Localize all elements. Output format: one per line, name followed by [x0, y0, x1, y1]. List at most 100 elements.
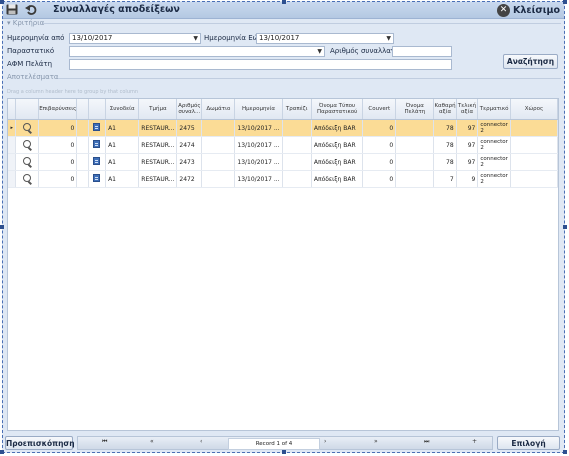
cell-net: 78 [433, 153, 457, 171]
cell-doc-type: Απόδειξη BAR [311, 136, 364, 154]
criteria-header[interactable]: ▾ Κριτήρια [7, 19, 44, 27]
date-to-value: 13/10/2017 [259, 34, 300, 42]
cell-blank [76, 119, 89, 137]
resize-handle[interactable] [0, 450, 4, 454]
chevron-down-icon[interactable]: ▼ [193, 34, 198, 43]
table-row[interactable]: 0 A1 RESTAUR... 2473 13/10/2017 ... Απόδ… [8, 153, 558, 171]
prev-record-icon[interactable]: ‹ [200, 438, 202, 445]
col-date[interactable]: Ημερομηνία [234, 99, 283, 120]
view-button[interactable] [15, 119, 40, 137]
col-indicator[interactable] [8, 99, 17, 120]
document-icon [93, 123, 101, 131]
first-record-icon[interactable]: ⏮ [102, 438, 107, 446]
undo-icon[interactable] [25, 4, 37, 15]
doc-button[interactable] [88, 119, 107, 137]
date-from-field[interactable]: 13/10/2017 ▼ [69, 33, 201, 44]
documents-field[interactable]: ▼ [69, 46, 325, 57]
date-to-field[interactable]: 13/10/2017 ▼ [256, 33, 394, 44]
col-doc-type[interactable]: Όνομα Τύπου Παραστατικού [311, 99, 364, 120]
table-row[interactable]: ▸ 0 A1 RESTAUR... 2475 13/10/2017 ... Απ… [8, 119, 558, 137]
save-icon[interactable] [6, 4, 18, 15]
resize-handle[interactable] [0, 225, 4, 229]
col-couvert[interactable]: Couvert [362, 99, 397, 120]
resize-handle[interactable] [282, 450, 286, 454]
cell-blank [76, 153, 89, 171]
view-button[interactable] [15, 170, 40, 188]
cell-terminal: connector 2 [477, 119, 511, 137]
date-from-value: 13/10/2017 [72, 34, 113, 42]
col-blank[interactable] [76, 99, 89, 120]
cell-net: 78 [433, 136, 457, 154]
add-record-icon[interactable]: + [472, 438, 477, 445]
customer-vat-field[interactable] [69, 59, 452, 70]
cell-area [510, 170, 558, 188]
cell-charges: 0 [38, 136, 78, 154]
chevron-down-icon[interactable]: ▼ [386, 34, 391, 43]
col-customer[interactable]: Όνομα Πελάτη [395, 99, 435, 120]
criteria-header-label: Κριτήρια [12, 19, 45, 27]
cell-customer [395, 153, 435, 171]
row-indicator [8, 170, 17, 188]
cell-terminal: connector 2 [477, 170, 511, 188]
next-record-icon[interactable]: › [324, 438, 326, 445]
window-title: Συναλλαγές αποδείξεων [53, 4, 180, 15]
search-icon [23, 140, 32, 148]
cell-date: 13/10/2017 ... [234, 153, 283, 171]
transaction-no-field[interactable] [392, 46, 452, 57]
cell-escort: A1 [105, 136, 140, 154]
cell-transaction-no: 2474 [176, 136, 203, 154]
select-button[interactable]: Επιλογή [497, 436, 560, 450]
header-row: Επιβαρύνσεις Συνοδεία Τμήμα Αριθμός συνα… [8, 99, 558, 120]
cell-total: 97 [456, 153, 479, 171]
cell-escort: A1 [105, 170, 140, 188]
date-from-label: Ημερομηνία από [7, 34, 65, 42]
col-view[interactable] [15, 99, 40, 120]
cell-department: RESTAUR... [138, 119, 178, 137]
col-room[interactable]: Δωμάτιο [201, 99, 236, 120]
col-escort[interactable]: Συνοδεία [105, 99, 140, 120]
search-icon [23, 123, 32, 131]
col-total[interactable]: Τελική αξία [456, 99, 479, 120]
view-button[interactable] [15, 136, 40, 154]
col-terminal[interactable]: Τερματικό [477, 99, 511, 120]
next-page-icon[interactable]: » [374, 438, 378, 445]
resize-handle[interactable] [282, 0, 286, 4]
close-button[interactable]: ✕ Κλείσιμο [497, 3, 560, 17]
cell-charges: 0 [38, 119, 78, 137]
doc-button[interactable] [88, 153, 107, 171]
last-record-icon[interactable]: ⏭ [424, 438, 429, 446]
col-transaction-no[interactable]: Αριθμός συναλ... [176, 99, 203, 120]
cell-table [282, 170, 312, 188]
cell-net: 78 [433, 119, 457, 137]
doc-button[interactable] [88, 136, 107, 154]
col-doc[interactable] [88, 99, 107, 120]
cell-doc-type: Απόδειξη BAR [311, 153, 364, 171]
view-button[interactable] [15, 153, 40, 171]
cell-department: RESTAUR... [138, 153, 178, 171]
table-row[interactable]: 0 A1 RESTAUR... 2474 13/10/2017 ... Απόδ… [8, 136, 558, 154]
cell-total: 9 [456, 170, 479, 188]
preview-button[interactable]: Προεπισκόπηση [5, 436, 75, 450]
col-table[interactable]: Τραπέζι [282, 99, 312, 120]
table-row[interactable]: 0 A1 RESTAUR... 2472 13/10/2017 ... Απόδ… [8, 170, 558, 188]
resize-handle[interactable] [563, 225, 567, 229]
prev-page-icon[interactable]: « [150, 438, 154, 445]
chevron-down-icon[interactable]: ▼ [317, 47, 322, 56]
resize-handle[interactable] [563, 0, 567, 4]
col-net[interactable]: Καθαρή αξία [433, 99, 457, 120]
col-charges[interactable]: Επιβαρύνσεις [38, 99, 78, 120]
col-department[interactable]: Τμήμα [138, 99, 178, 120]
resize-handle[interactable] [0, 0, 4, 4]
search-button[interactable]: Αναζήτηση [503, 54, 558, 69]
cell-room [201, 119, 236, 137]
col-area[interactable]: Χώρος [510, 99, 558, 120]
cell-area [510, 119, 558, 137]
cell-customer [395, 136, 435, 154]
cell-net: 7 [433, 170, 457, 188]
doc-button[interactable] [88, 170, 107, 188]
results-divider [58, 78, 561, 79]
results-header: Αποτελέσματα [7, 73, 59, 81]
cell-customer [395, 170, 435, 188]
record-counter: Record 1 of 4 [228, 438, 320, 450]
resize-handle[interactable] [563, 450, 567, 454]
